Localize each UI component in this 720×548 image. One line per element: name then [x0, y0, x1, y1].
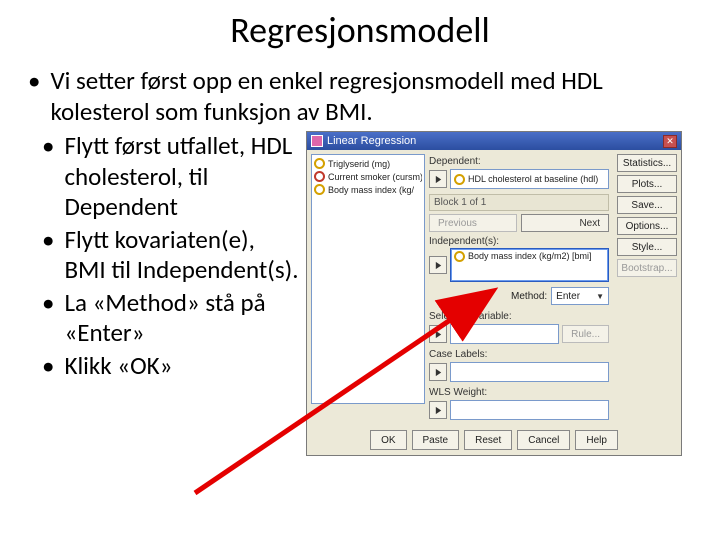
move-to-dependent-button[interactable]: [429, 170, 447, 188]
scale-icon: [314, 184, 325, 195]
dialog-title: Linear Regression: [327, 135, 663, 147]
list-item[interactable]: Triglyserid (mg): [314, 158, 422, 169]
next-button[interactable]: Next: [521, 214, 609, 232]
bullet-dot: •: [42, 131, 54, 223]
chevron-down-icon: ▼: [596, 292, 604, 301]
bullet-sub2: • Flytt kovariaten(e), BMI til Independe…: [28, 225, 300, 286]
independent-value: Body mass index (kg/m2) [bmi]: [468, 251, 592, 261]
dependent-label: Dependent:: [429, 156, 609, 167]
bullet-sub1-text: Flytt først utfallet, HDL cholesterol, t…: [64, 131, 300, 223]
rule-button[interactable]: Rule...: [562, 325, 609, 343]
bullet-sub2-text: Flytt kovariaten(e), BMI til Independent…: [64, 225, 300, 286]
var-label: Current smoker (cursm): [328, 172, 422, 182]
previous-button[interactable]: Previous: [429, 214, 517, 232]
app-icon: [311, 135, 323, 147]
method-select[interactable]: Enter ▼: [551, 287, 609, 305]
selection-label: Selection Variable:: [429, 311, 609, 322]
wls-field[interactable]: [450, 400, 609, 420]
block-header: Block 1 of 1: [429, 194, 609, 211]
dialog-titlebar[interactable]: Linear Regression ✕: [307, 132, 681, 150]
selection-field[interactable]: [450, 324, 559, 344]
save-button[interactable]: Save...: [617, 196, 677, 214]
scale-icon: [454, 251, 465, 262]
method-label: Method:: [511, 291, 547, 302]
method-value: Enter: [556, 291, 580, 302]
caselabels-field[interactable]: [450, 362, 609, 382]
bullet-dot: •: [28, 66, 40, 127]
independent-field[interactable]: Body mass index (kg/m2) [bmi]: [450, 248, 609, 282]
list-item[interactable]: Body mass index (kg/: [314, 184, 422, 195]
bullet-sub3: • La «Method» stå på «Enter»: [28, 288, 300, 349]
paste-button[interactable]: Paste: [412, 430, 460, 450]
var-label: Body mass index (kg/: [328, 185, 414, 195]
bullet-sub4-text: Klikk «OK»: [64, 351, 172, 382]
move-to-independent-button[interactable]: [429, 256, 447, 274]
bullet-main: • Vi setter først opp en enkel regresjon…: [28, 66, 692, 127]
plots-button[interactable]: Plots...: [617, 175, 677, 193]
close-icon[interactable]: ✕: [663, 135, 677, 148]
cancel-button[interactable]: Cancel: [517, 430, 570, 450]
options-button[interactable]: Options...: [617, 217, 677, 235]
bootstrap-button[interactable]: Bootstrap...: [617, 259, 677, 277]
variable-list[interactable]: Triglyserid (mg) Current smoker (cursm) …: [311, 154, 425, 404]
ok-button[interactable]: OK: [370, 430, 406, 450]
linear-regression-dialog: Linear Regression ✕ Triglyserid (mg) Cur…: [306, 131, 682, 456]
nominal-icon: [314, 171, 325, 182]
var-label: Triglyserid (mg): [328, 159, 390, 169]
bullet-sub3-text: La «Method» stå på «Enter»: [64, 288, 300, 349]
move-to-wls-button[interactable]: [429, 401, 447, 419]
reset-button[interactable]: Reset: [464, 430, 512, 450]
caselabels-label: Case Labels:: [429, 349, 609, 360]
left-text-column: • Flytt først utfallet, HDL cholesterol,…: [28, 131, 300, 456]
style-button[interactable]: Style...: [617, 238, 677, 256]
scale-icon: [314, 158, 325, 169]
list-item[interactable]: Current smoker (cursm): [314, 171, 422, 182]
scale-icon: [454, 174, 465, 185]
block-label: Block 1 of 1: [434, 197, 486, 208]
bullet-sub4: • Klikk «OK»: [28, 351, 300, 382]
bullet-dot: •: [42, 225, 54, 286]
statistics-button[interactable]: Statistics...: [617, 154, 677, 172]
move-to-caselabels-button[interactable]: [429, 363, 447, 381]
bullet-dot: •: [42, 288, 54, 349]
bullet-dot: •: [42, 351, 54, 382]
move-to-selection-button[interactable]: [429, 325, 447, 343]
bullet-main-text: Vi setter først opp en enkel regresjonsm…: [50, 66, 692, 127]
slide-title: Regresjonsmodell: [0, 8, 720, 52]
independent-label: Independent(s):: [429, 236, 609, 247]
dependent-field[interactable]: HDL cholesterol at baseline (hdl): [450, 169, 609, 189]
wls-label: WLS Weight:: [429, 387, 609, 398]
dependent-value: HDL cholesterol at baseline (hdl): [468, 174, 598, 184]
bullet-sub1: • Flytt først utfallet, HDL cholesterol,…: [28, 131, 300, 223]
help-button[interactable]: Help: [575, 430, 618, 450]
